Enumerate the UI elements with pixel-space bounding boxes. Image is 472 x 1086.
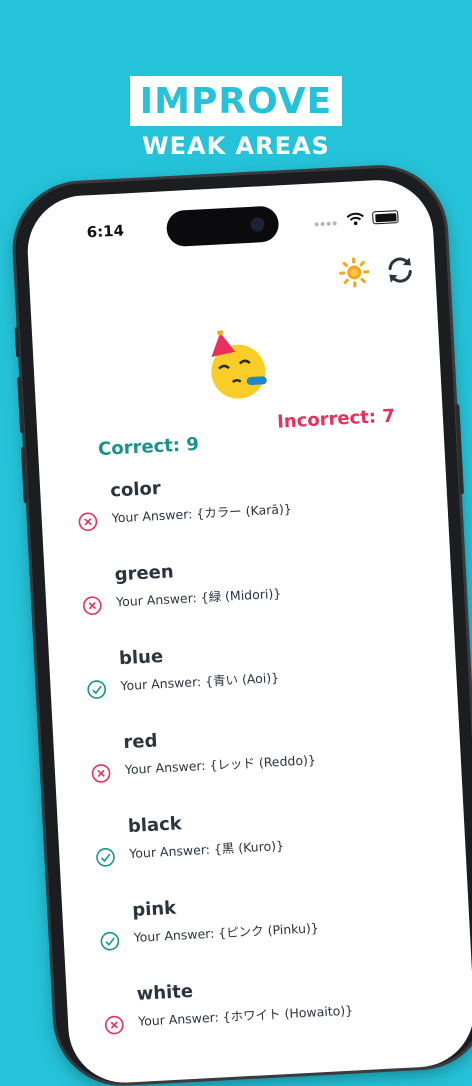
result-answer: Your Answer: {青い (Aoi)} [120, 669, 280, 694]
headline-primary: IMPROVE [129, 76, 343, 126]
theme-toggle-button[interactable] [336, 255, 372, 291]
correct-count: Correct: 9 [97, 433, 200, 461]
check-circle-icon [87, 680, 106, 699]
promo-headline: IMPROVE WEAK AREAS [0, 76, 472, 160]
incorrect-count: Incorrect: 7 [276, 405, 396, 433]
phone-volume-up [17, 377, 25, 434]
party-face-icon [211, 329, 267, 399]
x-circle-icon [78, 512, 98, 532]
result-answer: Your Answer: {ピンク (Pinku)} [133, 920, 320, 945]
result-word: white [136, 980, 194, 1005]
top-actions [336, 252, 418, 290]
result-answer: Your Answer: {レッド (Reddo)} [124, 752, 317, 778]
phone-screen: 6:14 Correct: 9 Incorrect: 7 color Your … [24, 177, 472, 1086]
refresh-button[interactable] [382, 252, 418, 288]
result-word: blue [118, 646, 164, 670]
sun-icon [339, 257, 370, 288]
check-circle-icon [96, 847, 115, 867]
result-answer: Your Answer: {ホワイト (Howaito)} [137, 1002, 354, 1029]
result-word: color [109, 477, 162, 502]
result-word: green [114, 561, 175, 586]
result-answer: Your Answer: {カラー (Karā)} [111, 501, 293, 526]
result-answer: Your Answer: {緑 (Midori)} [115, 585, 282, 610]
result-word: pink [131, 897, 177, 921]
x-circle-icon [83, 596, 102, 615]
phone-volume-down [20, 446, 28, 504]
dynamic-island [165, 205, 280, 248]
results-list: color Your Answer: {カラー (Karā)} green Yo… [40, 463, 472, 1071]
result-answer: Your Answer: {黒 (Kuro)} [128, 837, 285, 862]
check-circle-icon [100, 931, 120, 951]
phone-side-button [14, 327, 21, 358]
status-indicators [314, 207, 399, 230]
camera-icon [250, 217, 265, 232]
result-word: red [122, 730, 159, 754]
signal-icon [314, 210, 339, 230]
result-word: black [127, 813, 183, 838]
status-time: 6:14 [86, 221, 125, 242]
wifi-icon [346, 212, 364, 226]
x-circle-icon [91, 764, 111, 783]
x-circle-icon [104, 1015, 124, 1035]
phone-power-button [455, 404, 464, 495]
battery-icon [372, 210, 399, 225]
refresh-icon [388, 257, 412, 283]
headline-secondary: WEAK AREAS [142, 132, 330, 160]
phone-frame: 6:14 Correct: 9 Incorrect: 7 color Your … [12, 164, 472, 1086]
